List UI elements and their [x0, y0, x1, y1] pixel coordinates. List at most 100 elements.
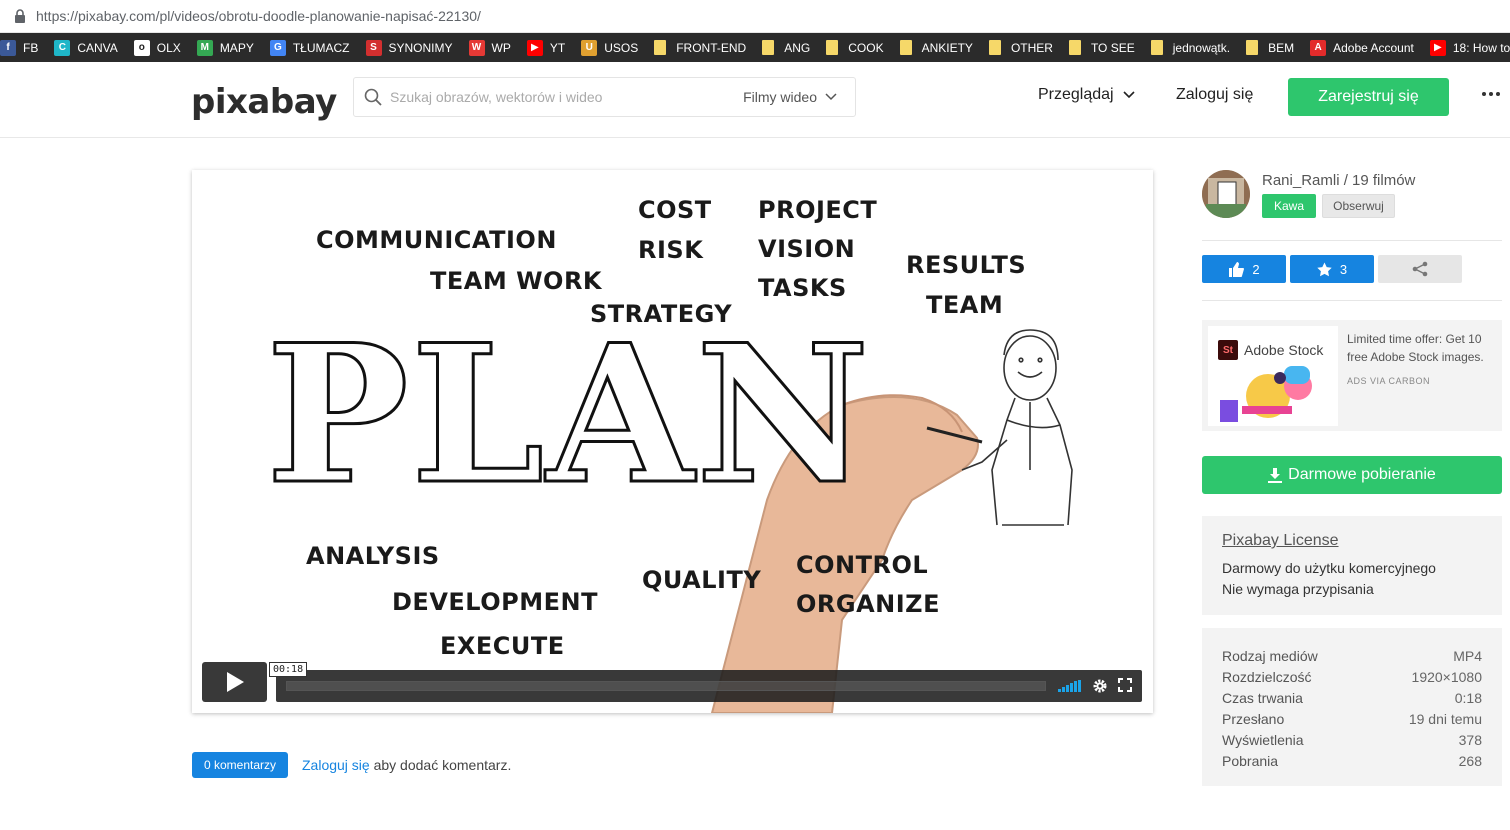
search-bar[interactable]: Filmy wideo: [353, 77, 856, 117]
word-plan: PLAN: [265, 303, 872, 526]
bookmark-label: OLX: [156, 40, 181, 55]
bookmark-item[interactable]: ANG: [762, 40, 810, 55]
bookmark-item[interactable]: G TŁUMACZ: [269, 39, 350, 56]
favorite-count: 3: [1339, 261, 1348, 277]
free-download-button[interactable]: Darmowe pobieranie: [1202, 456, 1502, 494]
license-title[interactable]: Pixabay License: [1222, 532, 1482, 550]
like-button[interactable]: 2: [1202, 255, 1286, 283]
bookmark-label: ANKIETY: [921, 40, 973, 55]
word-development: DEVELOPMENT: [392, 588, 598, 616]
author-name[interactable]: Rani_Ramli: [1262, 172, 1340, 189]
word-project: PROJECT: [758, 196, 878, 224]
bookmark-item[interactable]: TO SEE: [1068, 40, 1135, 55]
thumbs-up-icon: [1229, 261, 1245, 277]
word-control: CONTROL: [796, 551, 929, 579]
bookmark-item[interactable]: W WP: [468, 39, 511, 56]
bookmark-label: CANVA: [77, 40, 118, 55]
word-vision: VISION: [758, 235, 856, 263]
register-button[interactable]: Zarejestruj się: [1288, 78, 1449, 116]
bookmark-favicon-icon: G: [269, 39, 286, 56]
carbon-ad[interactable]: St Adobe Stock Limited time offer: Get 1…: [1202, 320, 1502, 431]
browser-url-bar[interactable]: https://pixabay.com/pl/videos/obrotu-doo…: [0, 0, 1510, 33]
search-icon[interactable]: [364, 88, 382, 106]
bookmark-item[interactable]: f FB: [0, 39, 38, 56]
bookmark-item[interactable]: C CANVA: [54, 39, 118, 56]
volume-icon[interactable]: [1058, 680, 1081, 692]
media-info-value: 268: [1458, 753, 1482, 769]
media-info-label: Rozdzielczość: [1222, 669, 1312, 685]
share-button[interactable]: [1378, 255, 1462, 283]
more-options-icon[interactable]: [1482, 92, 1500, 96]
media-info-label: Wyświetlenia: [1222, 732, 1304, 748]
word-execute: EXECUTE: [440, 632, 565, 660]
chevron-down-icon: [825, 93, 837, 101]
ad-label[interactable]: ADS VIA CARBON: [1347, 376, 1430, 386]
word-risk: RISK: [638, 236, 704, 264]
bookmark-item[interactable]: U USOS: [581, 39, 639, 56]
lock-icon: [14, 9, 26, 23]
favorite-button[interactable]: 3: [1290, 255, 1374, 283]
browse-menu[interactable]: Przeglądaj: [1038, 86, 1135, 104]
media-info-label: Czas trwania: [1222, 690, 1303, 706]
bookmark-item[interactable]: o OLX: [133, 39, 181, 56]
ad-image[interactable]: St Adobe Stock: [1208, 326, 1338, 426]
coffee-button[interactable]: Kawa: [1262, 194, 1316, 218]
bookmark-favicon-icon: ▶: [526, 39, 543, 56]
video-timeline[interactable]: [286, 681, 1046, 691]
share-icon: [1412, 261, 1428, 277]
bookmark-item[interactable]: ▶ YT: [526, 39, 565, 56]
bookmark-label: FRONT-END: [676, 40, 747, 55]
video-player[interactable]: COMMUNICATION TEAM WORK COST RISK STRATE…: [192, 170, 1153, 713]
search-input[interactable]: [382, 78, 744, 116]
media-info-value: 378: [1458, 732, 1482, 748]
bookmark-item[interactable]: ▶ 18: How to Cre: [1429, 39, 1510, 56]
comment-login-link[interactable]: Zaloguj się: [302, 757, 370, 773]
login-link[interactable]: Zaloguj się: [1176, 86, 1253, 104]
bookmark-item[interactable]: FRONT-END: [654, 40, 746, 55]
comments-count-badge[interactable]: 0 komentarzy: [192, 752, 288, 778]
media-info-row: Czas trwania 0:18: [1222, 688, 1482, 709]
bookmark-label: ANG: [784, 40, 811, 55]
folder-icon: [654, 40, 667, 55]
ad-text[interactable]: Limited time offer: Get 10 free Adobe St…: [1347, 330, 1497, 366]
star-icon: [1317, 262, 1332, 276]
divider: [1202, 240, 1502, 241]
bookmark-label: COOK: [848, 40, 884, 55]
pixabay-logo[interactable]: pixabay: [191, 82, 337, 122]
play-button[interactable]: [202, 662, 267, 702]
bookmark-item[interactable]: jednowątk.: [1150, 40, 1230, 55]
bookmark-item[interactable]: M MAPY: [196, 39, 254, 56]
word-team: TEAM: [926, 291, 1004, 319]
follow-button[interactable]: Obserwuj: [1322, 194, 1395, 218]
settings-gear-icon[interactable]: [1092, 678, 1108, 694]
bookmark-label: WP: [491, 40, 511, 55]
bookmark-favicon-icon: W: [468, 39, 485, 56]
search-type-select[interactable]: Filmy wideo: [743, 89, 855, 105]
author-avatar[interactable]: [1202, 170, 1250, 218]
comment-prompt-suffix: aby dodać komentarz.: [369, 757, 512, 773]
media-info-value: 1920×1080: [1411, 669, 1482, 685]
bookmark-item[interactable]: A Adobe Account: [1310, 39, 1414, 56]
bookmark-label: TŁUMACZ: [292, 40, 350, 55]
bookmark-label: BEM: [1268, 40, 1295, 55]
folder-icon: [988, 40, 1001, 55]
word-communication: COMMUNICATION: [316, 226, 557, 254]
folder-icon: [899, 40, 912, 55]
bookmark-item[interactable]: BEM: [1246, 40, 1294, 55]
fullscreen-icon[interactable]: [1118, 678, 1132, 692]
bookmark-item[interactable]: COOK: [826, 40, 884, 55]
download-icon: [1268, 467, 1283, 483]
bookmark-label: USOS: [604, 40, 639, 55]
folder-icon: [826, 40, 839, 55]
bookmark-item[interactable]: S SYNONIMY: [365, 39, 453, 56]
divider: [1202, 300, 1502, 301]
bookmark-label: TO SEE: [1090, 40, 1135, 55]
url-text[interactable]: https://pixabay.com/pl/videos/obrotu-doo…: [36, 8, 481, 24]
word-teamwork: TEAM WORK: [430, 267, 603, 295]
word-quality: QUALITY: [642, 566, 762, 594]
bookmark-item[interactable]: OTHER: [988, 40, 1053, 55]
bookmark-item[interactable]: ANKIETY: [899, 40, 973, 55]
bookmark-label: SYNONIMY: [388, 40, 453, 55]
video-controls: [276, 670, 1142, 702]
word-tasks: TASKS: [758, 274, 847, 302]
